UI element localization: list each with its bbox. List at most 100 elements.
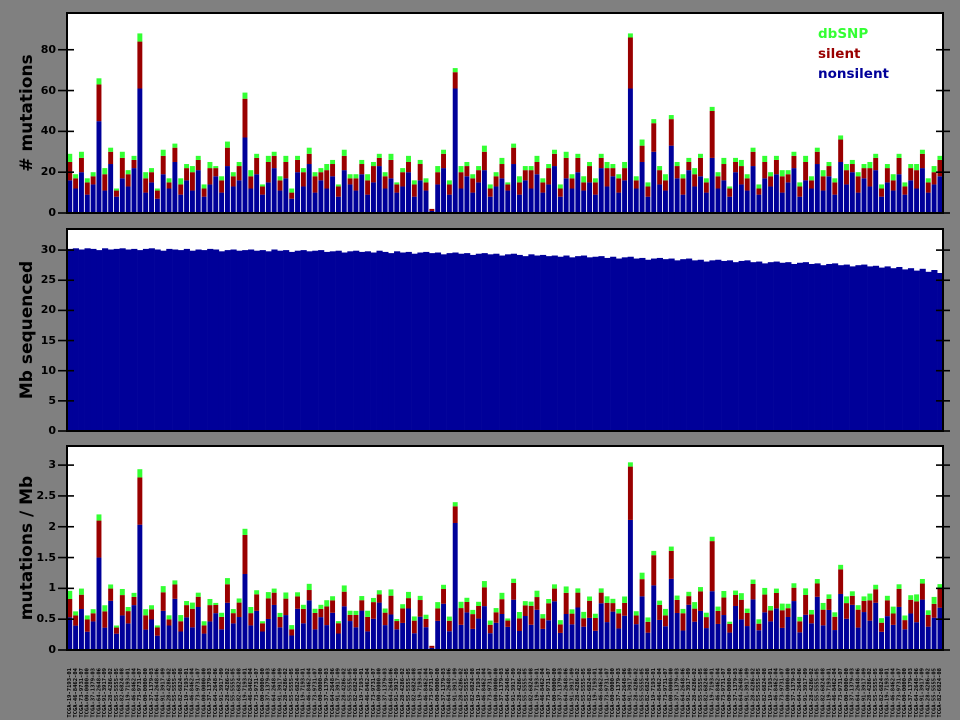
bar	[785, 262, 791, 431]
bar-segment	[832, 612, 837, 616]
bar-segment	[342, 150, 347, 156]
bar-segment	[272, 605, 277, 650]
bar-segment	[155, 625, 160, 627]
bar-segment	[505, 182, 510, 184]
bar-segment	[120, 152, 125, 158]
bar-segment	[190, 172, 195, 190]
bar-segment	[727, 624, 732, 633]
bar-segment	[318, 172, 323, 180]
bar-segment	[815, 583, 820, 596]
bar-segment	[914, 622, 919, 650]
bar-segment	[564, 158, 569, 178]
bar-segment	[167, 619, 172, 625]
bar	[417, 253, 423, 431]
bar-segment	[167, 182, 172, 188]
bar-segment	[891, 174, 896, 180]
bar	[628, 257, 634, 431]
bar-segment	[389, 154, 394, 160]
bar-segment	[780, 170, 785, 176]
bar-segment	[505, 191, 510, 213]
bar-segment	[663, 191, 668, 213]
bar	[312, 251, 318, 431]
bar-segment	[359, 596, 364, 600]
bar-segment	[132, 597, 137, 605]
bar	[271, 250, 277, 431]
bar-segment	[844, 603, 849, 619]
bar-segment	[914, 601, 919, 622]
bar-segment	[937, 176, 942, 213]
bar-segment	[254, 590, 259, 594]
bar-segment	[178, 178, 183, 184]
bar-segment	[213, 176, 218, 213]
bar-segment	[540, 618, 545, 629]
bar-segment	[867, 186, 872, 213]
bar-segment	[289, 625, 294, 629]
bar-segment	[885, 182, 890, 213]
bar-segment	[505, 627, 510, 650]
bar-segment	[476, 606, 481, 619]
bar-segment	[809, 610, 814, 614]
bar-segment	[570, 624, 575, 650]
bar-segment	[336, 186, 341, 196]
bar-segment	[838, 140, 843, 162]
bar-segment	[809, 614, 814, 623]
bar-segment	[686, 158, 691, 162]
panel-3	[58, 446, 950, 650]
bar-segment	[815, 152, 820, 164]
bar-segment	[260, 623, 265, 631]
bar-segment	[640, 573, 645, 579]
bar-segment	[207, 621, 212, 650]
bar-segment	[155, 627, 160, 635]
bar-segment	[797, 197, 802, 213]
bar-segment	[435, 166, 440, 172]
bar-segment	[389, 160, 394, 178]
bar	[920, 269, 926, 431]
bar-segment	[441, 604, 446, 650]
bar-segment	[920, 168, 925, 213]
bar-segment	[581, 176, 586, 182]
bar-segment	[202, 621, 207, 625]
bar-segment	[202, 184, 207, 188]
bar-segment	[464, 176, 469, 213]
bar-segment	[114, 634, 119, 650]
bar-segment	[716, 611, 721, 624]
y-tick-label: 1.5	[0, 551, 56, 565]
bar-segment	[605, 168, 610, 186]
bar-segment	[774, 589, 779, 593]
bar-segment	[832, 178, 837, 182]
bar-segment	[634, 611, 639, 615]
bar-segment	[184, 601, 189, 605]
bar-segment	[827, 176, 832, 213]
bar-segment	[610, 168, 615, 176]
bar	[429, 253, 435, 431]
bar-segment	[873, 603, 878, 650]
bar	[744, 260, 750, 431]
bar-segment	[529, 625, 534, 650]
bar-segment	[651, 119, 656, 123]
bar	[803, 262, 809, 431]
bar-segment	[546, 603, 551, 620]
bar-segment	[511, 164, 516, 213]
bar-segment	[196, 607, 201, 650]
bar-segment	[499, 593, 504, 599]
bar-segment	[184, 168, 189, 180]
bar-segment	[499, 164, 504, 178]
bar-segment	[529, 170, 534, 188]
bar-segment	[330, 164, 335, 176]
bar-segment	[213, 613, 218, 650]
bar-segment	[762, 595, 767, 613]
bar-segment	[488, 184, 493, 188]
bar-segment	[733, 591, 738, 595]
bar-segment	[937, 156, 942, 160]
bar-segment	[470, 614, 475, 629]
bar-segment	[581, 612, 586, 618]
bar-segment	[803, 595, 808, 615]
bar-segment	[645, 186, 650, 196]
bar-segment	[897, 174, 902, 213]
bar-segment	[897, 589, 902, 607]
bar-segment	[663, 174, 668, 180]
bar-segment	[348, 178, 353, 184]
bar	[120, 248, 126, 431]
bar-segment	[575, 172, 580, 213]
bar-segment	[353, 627, 358, 650]
